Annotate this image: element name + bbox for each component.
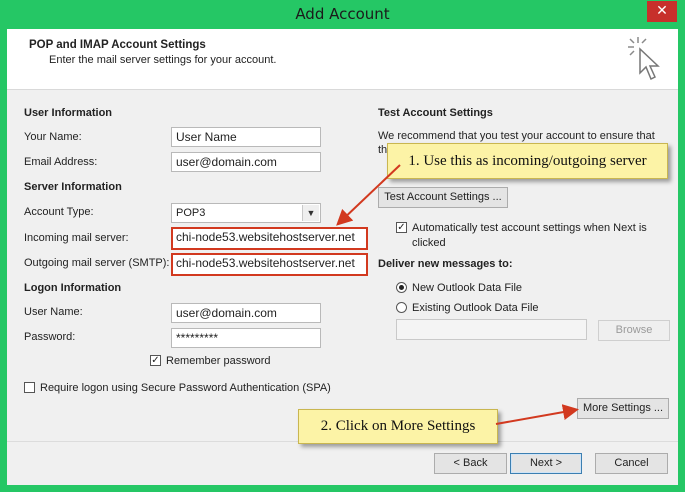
header-title: POP and IMAP Account Settings [29,39,206,51]
add-account-window: Add Account ✕ POP and IMAP Account Setti… [0,0,685,492]
incoming-server-label: Incoming mail server: [24,232,129,244]
spa-label: Require logon using Secure Password Auth… [40,382,331,394]
close-button[interactable]: ✕ [647,1,677,22]
test-description-line2: th [378,144,388,156]
next-button[interactable]: Next > [510,453,582,474]
remember-password-label: Remember password [166,355,271,367]
logon-info-heading: Logon Information [24,282,122,294]
password-label: Password: [24,331,76,343]
test-description-line1: We recommend that you test your account … [378,130,655,142]
new-data-file-label: New Outlook Data File [412,282,523,294]
password-input[interactable]: ********* [171,328,321,348]
callout-more-settings: 2. Click on More Settings [298,409,498,444]
chevron-down-icon[interactable]: ▼ [302,205,319,221]
your-name-input[interactable]: User Name [171,127,321,147]
auto-test-label-line1: Automatically test account settings when… [412,222,647,234]
deliver-heading: Deliver new messages to: [378,258,513,270]
email-address-label: Email Address: [24,156,98,168]
test-settings-heading: Test Account Settings [378,107,493,119]
wizard-cursor-icon [628,37,660,81]
outgoing-server-input[interactable]: chi-node53.websitehostserver.net [171,253,368,276]
remember-password-checkbox[interactable]: ✓ [150,355,161,366]
header-subtitle: Enter the mail server settings for your … [49,54,277,66]
auto-test-checkbox[interactable]: ✓ [396,222,407,233]
existing-data-file-radio[interactable] [396,302,407,313]
existing-data-file-label: Existing Outlook Data File [412,302,539,314]
logon-username-label: User Name: [24,306,83,318]
close-icon: ✕ [656,3,668,19]
callout-incoming-outgoing: 1. Use this as incoming/outgoing server [387,143,668,179]
account-type-select[interactable]: POP3 ▼ [171,203,321,223]
logon-username-input[interactable]: user@domain.com [171,303,321,323]
new-data-file-radio[interactable] [396,282,407,293]
user-info-heading: User Information [24,107,113,119]
spa-checkbox[interactable] [24,382,35,393]
dialog-header: POP and IMAP Account Settings Enter the … [7,29,678,90]
your-name-label: Your Name: [24,131,82,143]
server-info-heading: Server Information [24,181,122,193]
cancel-button[interactable]: Cancel [595,453,668,474]
more-settings-button[interactable]: More Settings ... [577,398,669,419]
browse-button[interactable]: Browse [598,320,670,341]
test-account-settings-button[interactable]: Test Account Settings ... [378,187,508,208]
incoming-server-input[interactable]: chi-node53.websitehostserver.net [171,227,368,250]
outgoing-server-label: Outgoing mail server (SMTP): [24,257,170,269]
account-type-label: Account Type: [24,206,94,218]
back-button[interactable]: < Back [434,453,507,474]
existing-data-file-path[interactable] [396,319,587,340]
account-type-value: POP3 [176,207,206,219]
auto-test-label-line2: clicked [412,237,446,249]
email-address-input[interactable]: user@domain.com [171,152,321,172]
title-bar[interactable]: Add Account ✕ [0,0,685,28]
window-title: Add Account [295,5,390,23]
